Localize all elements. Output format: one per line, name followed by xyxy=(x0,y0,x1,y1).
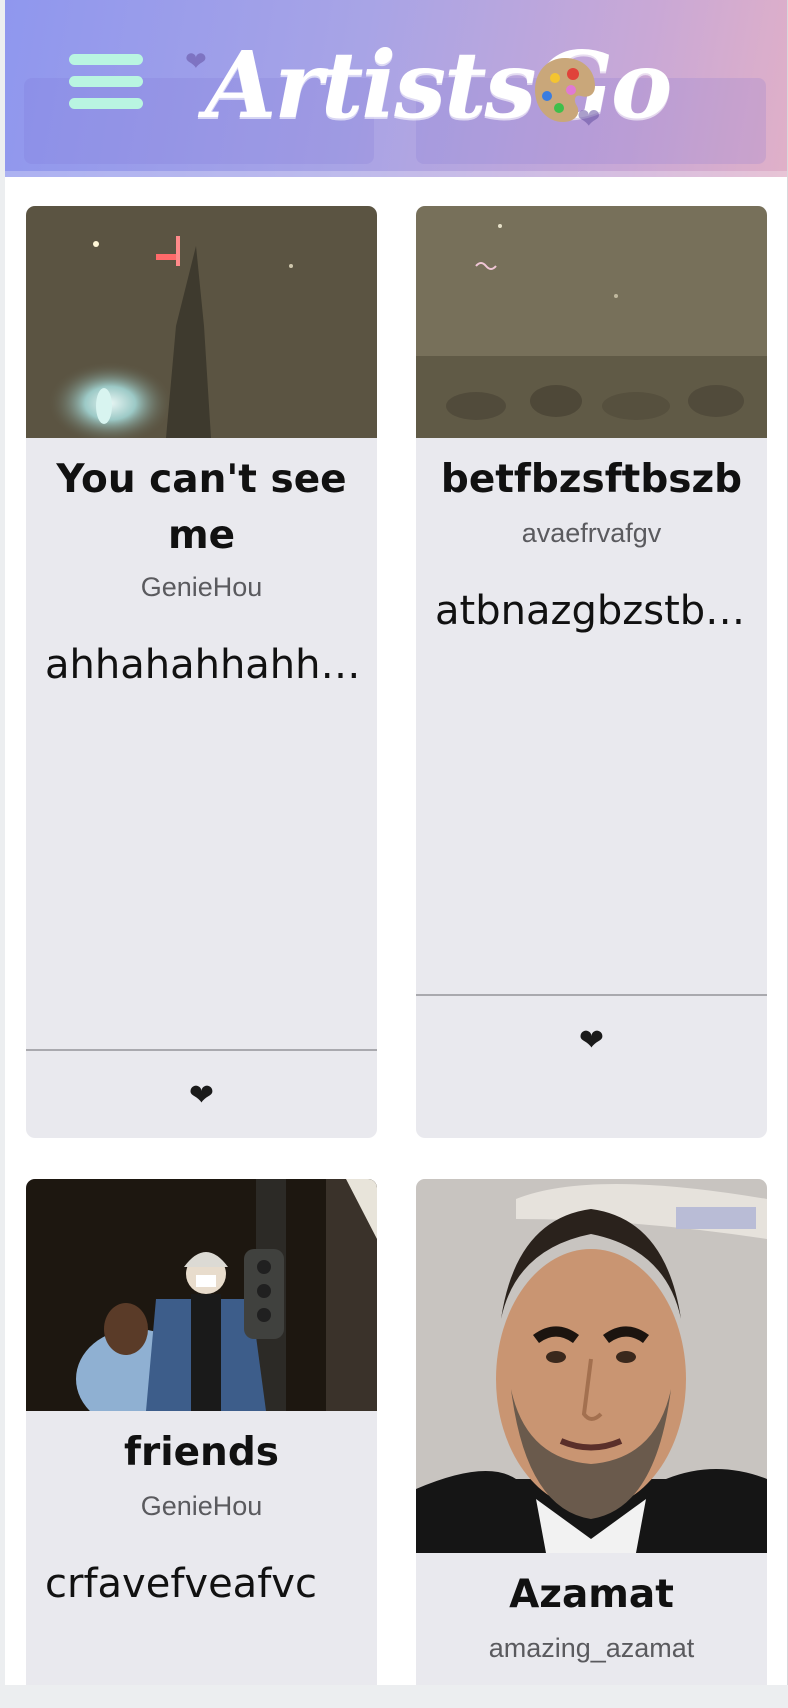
post-description: ahhahahhahhahhahaha xyxy=(45,642,361,688)
post-author[interactable]: avaefrvafgv xyxy=(430,518,753,549)
post-photo xyxy=(26,1179,377,1411)
card-divider xyxy=(416,994,767,996)
post-card[interactable]: betfbzsftbszb avaefrvafgv atbnazgbzstbzs… xyxy=(416,206,767,1138)
post-card[interactable]: You can't see me GenieHou ahhahahhahhahh… xyxy=(26,206,377,1138)
post-title: betfbzsftbszb xyxy=(440,457,743,502)
post-author[interactable]: GenieHou xyxy=(40,1491,363,1522)
post-card[interactable]: Azamat amazing_azamat xyxy=(416,1179,767,1685)
post-photo xyxy=(416,1179,767,1553)
post-description: crfavefveafvc xyxy=(45,1561,317,1607)
post-description: atbnazgbzstbzsbt xyxy=(435,588,751,634)
logo-heart-icon: ❤ xyxy=(185,46,207,76)
heart-icon[interactable]: ❤ xyxy=(26,1076,377,1116)
post-card[interactable]: friends GenieHou crfavefveafvc xyxy=(26,1179,377,1685)
post-title: Azamat xyxy=(509,1572,674,1617)
post-title: friends xyxy=(124,1430,279,1475)
post-author[interactable]: amazing_azamat xyxy=(430,1633,753,1664)
post-title: You can't see me xyxy=(56,457,347,558)
post-author[interactable]: GenieHou xyxy=(40,572,363,603)
post-photo xyxy=(26,206,377,438)
card-divider xyxy=(26,1049,377,1051)
hamburger-menu-icon[interactable] xyxy=(69,52,145,116)
heart-icon[interactable]: ❤ xyxy=(416,1021,767,1061)
post-photo xyxy=(416,206,767,438)
app-frame: ❤ ArtistsGo ❤ You can't see me GenieHou … xyxy=(5,0,788,1685)
app-header: ❤ ArtistsGo ❤ xyxy=(5,0,787,177)
logo-heart-icon-2: ❤ xyxy=(577,103,601,134)
app-logo[interactable]: ArtistsGo xyxy=(205,30,672,140)
